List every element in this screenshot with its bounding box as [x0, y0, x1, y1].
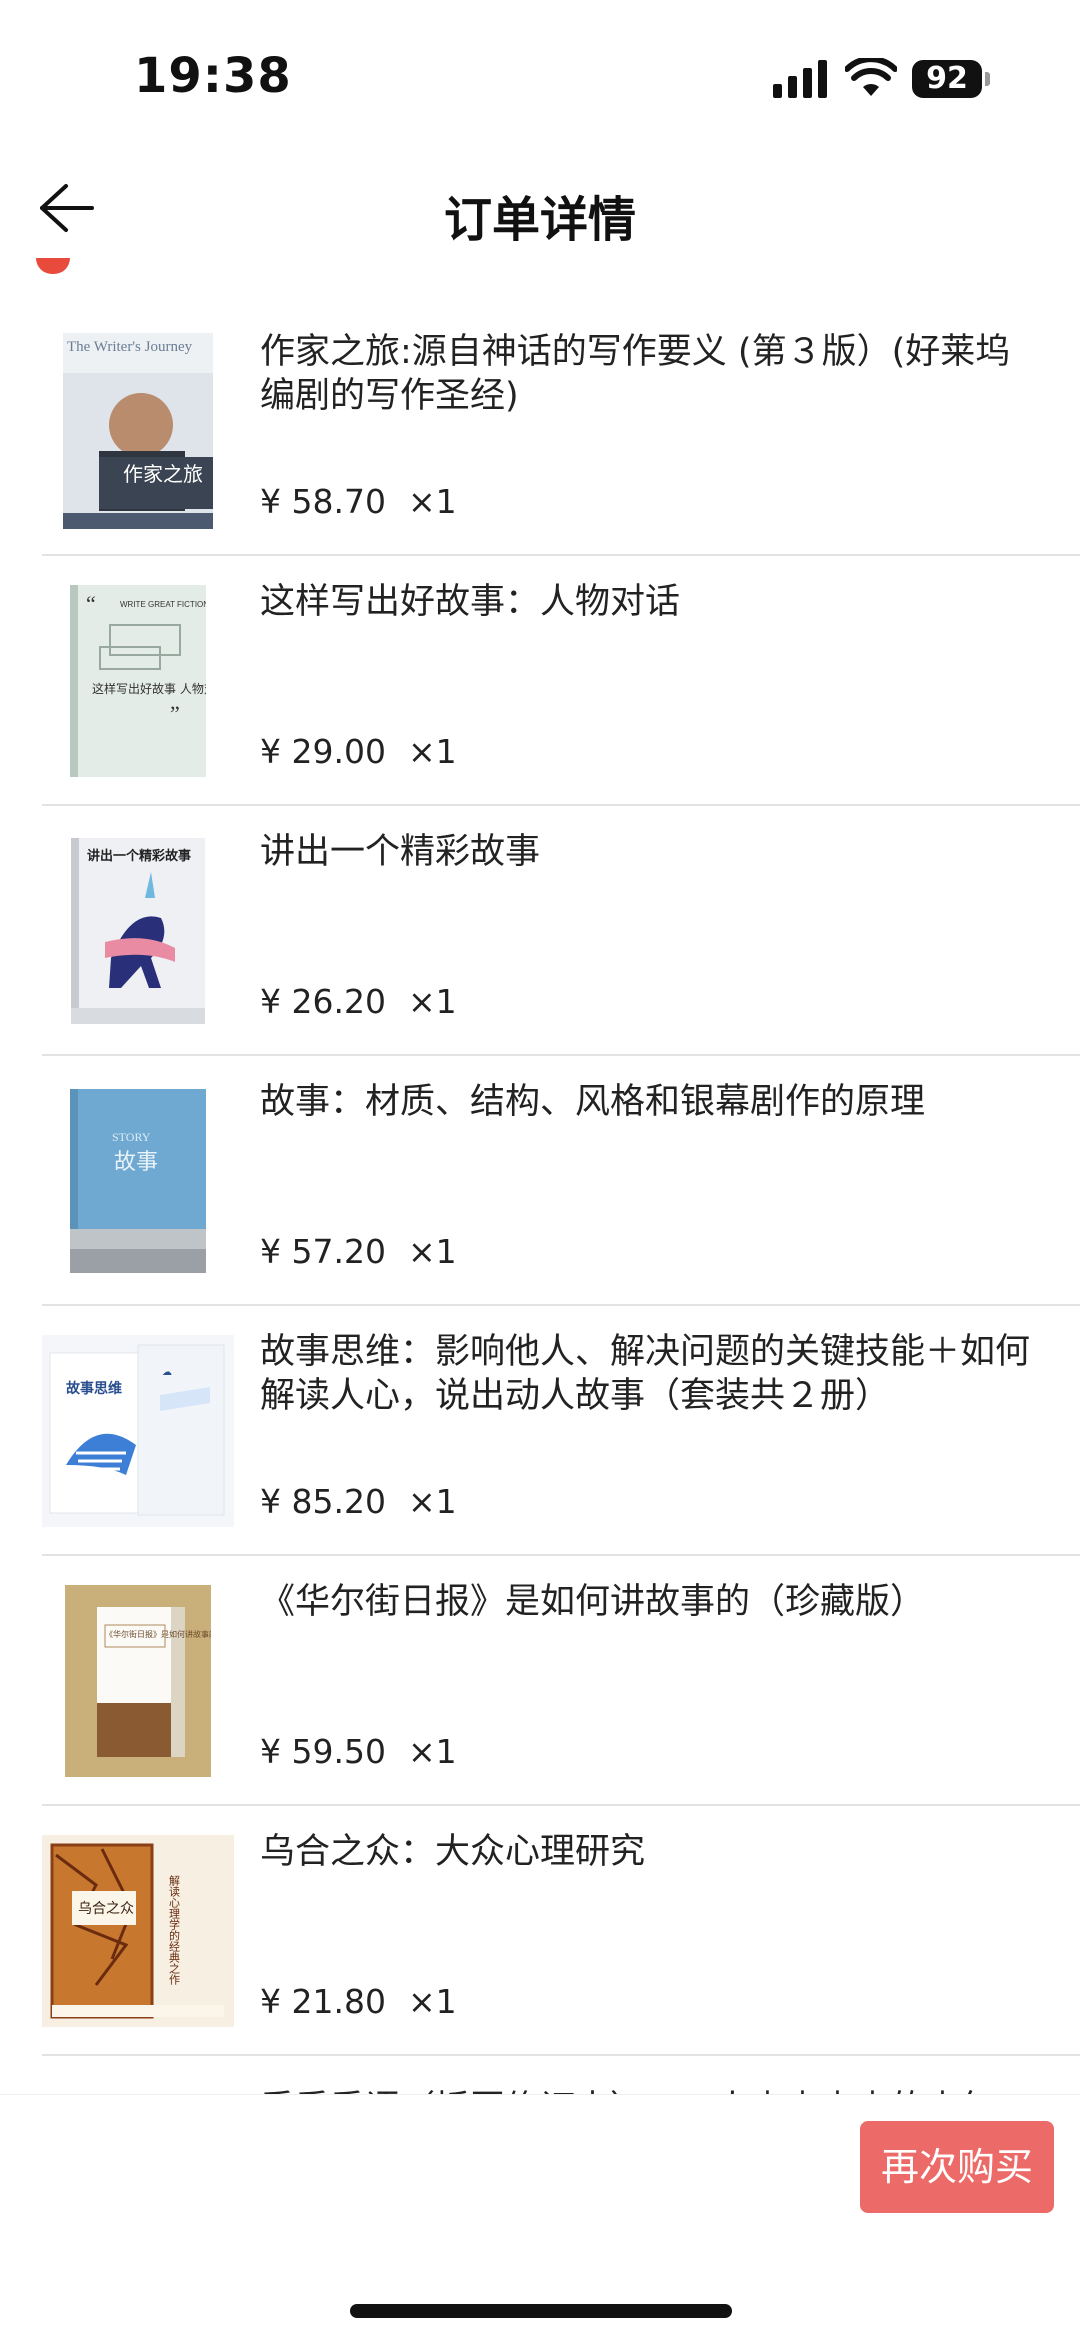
- item-price-row: ¥ 29.00 ×1: [260, 732, 457, 771]
- order-item[interactable]: WRITE GREAT FICTION DIALOGUE 这样写出好故事 人物对…: [0, 556, 1080, 806]
- item-title: 乌合之众：大众心理研究: [260, 1832, 646, 1872]
- svg-text:解读心理学的经典之作: 解读心理学的经典之作: [168, 1874, 181, 1985]
- svg-text:“: “: [86, 591, 96, 616]
- svg-text:☁: ☁: [162, 1367, 172, 1378]
- svg-text:故事思维: 故事思维: [66, 1380, 122, 1397]
- order-item[interactable]: 讲出一个精彩故事 讲出一个精彩故事 ¥ 26.20 ×1: [0, 806, 1080, 1056]
- cellular-signal-icon: [773, 60, 827, 98]
- item-price: ¥ 57.20: [260, 1232, 386, 1271]
- order-item[interactable]: The Writer's Journey 作家之旅 作家之旅:源自神话的写作要义…: [0, 306, 1080, 556]
- svg-text:STORY: STORY: [112, 1130, 151, 1144]
- item-quantity: ×1: [407, 1982, 457, 2021]
- item-title: 故事：材质、结构、风格和银幕剧作的原理: [260, 1082, 926, 1122]
- item-quantity: ×1: [407, 1482, 457, 1521]
- item-title: 故事思维：影响他人、解决问题的关键技能＋如何解读人心，说出动人故事（套装共２册）: [260, 1332, 1031, 1416]
- item-price-row: ¥ 57.20 ×1: [260, 1232, 457, 1271]
- battery-indicator: 92: [912, 60, 982, 98]
- book-cover-image: STORY 故事: [42, 1082, 234, 1280]
- item-quantity: ×1: [407, 1232, 457, 1271]
- order-item[interactable]: 《华尔街日报》是如何讲故事的 《华尔街日报》是如何讲故事的（珍藏版） ¥ 59.…: [0, 1556, 1080, 1806]
- item-title: 这样写出好故事：人物对话: [260, 582, 681, 622]
- book-cover-image: WRITE GREAT FICTION DIALOGUE 这样写出好故事 人物对…: [42, 582, 234, 780]
- order-item-list: The Writer's Journey 作家之旅 作家之旅:源自神话的写作要义…: [0, 306, 1080, 2056]
- home-indicator: [350, 2304, 732, 2318]
- item-price: ¥ 58.70: [260, 482, 386, 521]
- svg-text:故事: 故事: [114, 1150, 158, 1175]
- book-cover-image: 《华尔街日报》是如何讲故事的: [42, 1582, 234, 1780]
- order-item[interactable]: STORY 故事 故事：材质、结构、风格和银幕剧作的原理 ¥ 57.20 ×1: [0, 1056, 1080, 1306]
- status-dot: [36, 258, 70, 274]
- status-bar: 19:38 92: [0, 0, 1080, 150]
- book-cover-image: 故事思维 ☁: [42, 1332, 234, 1530]
- item-quantity: ×1: [407, 482, 457, 521]
- order-item[interactable]: 故事思维 ☁ 故事思维：影响他人、解决问题的关键技能＋如何解读人心，说出动人故事…: [0, 1306, 1080, 1556]
- next-item-title-peek: 乖乖乖语（插图修订本）……人忠忠忠忠的忠年: [260, 2080, 1040, 2094]
- item-quantity: ×1: [407, 732, 457, 771]
- order-item[interactable]: 乌合之众 解读心理学的经典之作 乌合之众：大众心理研究 ¥ 21.80 ×1: [0, 1806, 1080, 2056]
- page-title: 订单详情: [443, 192, 636, 248]
- svg-text:《华尔街日报》是如何讲故事的: 《华尔街日报》是如何讲故事的: [105, 1629, 211, 1639]
- book-cover-image: 乌合之众 解读心理学的经典之作: [42, 1832, 234, 2030]
- item-quantity: ×1: [407, 982, 457, 1021]
- item-price: ¥ 26.20: [260, 982, 386, 1021]
- book-cover-image: 讲出一个精彩故事: [42, 832, 234, 1030]
- svg-text:”: ”: [170, 701, 180, 726]
- book-cover-image: The Writer's Journey 作家之旅: [42, 332, 234, 530]
- nav-bar: 订单详情: [0, 150, 1080, 270]
- item-title: 讲出一个精彩故事: [260, 832, 541, 872]
- item-quantity: ×1: [407, 1732, 457, 1771]
- svg-text:乌合之众: 乌合之众: [78, 1901, 134, 1917]
- svg-text:这样写出好故事 人物对话: 这样写出好故事 人物对话: [92, 681, 206, 696]
- item-price-row: ¥ 26.20 ×1: [260, 982, 457, 1021]
- svg-text:WRITE GREAT FICTION DIALOGUE: WRITE GREAT FICTION DIALOGUE: [120, 600, 206, 609]
- svg-text:作家之旅: 作家之旅: [123, 462, 203, 486]
- svg-text:讲出一个精彩故事: 讲出一个精彩故事: [87, 848, 191, 864]
- wifi-icon: [845, 58, 897, 96]
- item-title: 《华尔街日报》是如何讲故事的（珍藏版）: [260, 1582, 926, 1622]
- item-price: ¥ 21.80: [260, 1982, 386, 2021]
- status-time: 19:38: [134, 48, 292, 104]
- item-price: ¥ 29.00: [260, 732, 386, 771]
- item-price-row: ¥ 85.20 ×1: [260, 1482, 457, 1521]
- item-price-row: ¥ 21.80 ×1: [260, 1982, 457, 2021]
- battery-cap: [985, 72, 990, 86]
- item-title: 作家之旅:源自神话的写作要义 (第３版）(好莱坞编剧的写作圣经): [260, 332, 1011, 416]
- item-price: ¥ 85.20: [260, 1482, 386, 1521]
- item-price-row: ¥ 59.50 ×1: [260, 1732, 457, 1771]
- divider: [42, 2054, 1080, 2056]
- item-price-row: ¥ 58.70 ×1: [260, 482, 457, 521]
- rebuy-button[interactable]: 再次购买: [860, 2121, 1054, 2213]
- svg-text:The Writer's Journey: The Writer's Journey: [67, 339, 193, 355]
- item-price: ¥ 59.50: [260, 1732, 386, 1771]
